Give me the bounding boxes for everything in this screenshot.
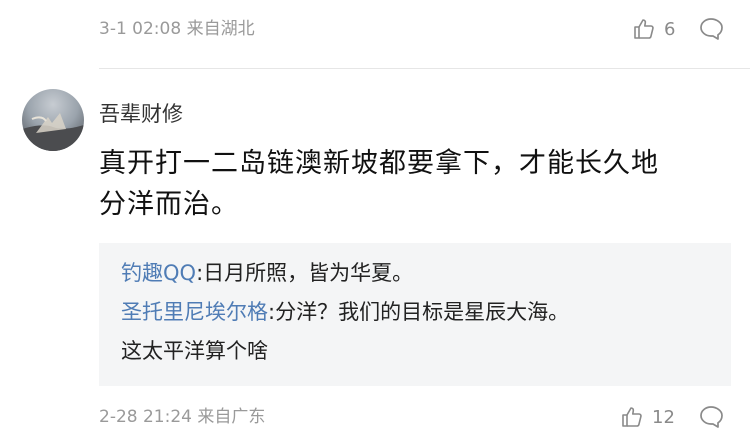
prev-comment-timestamp: 3-1 02:08 来自湖北 [99,19,255,39]
prev-comment-meta: 3-1 02:08 来自湖北 6 [0,9,750,49]
replies-box: 钓趣QQ:日月所照，皆为华夏。 圣托里尼埃尔格:分洋？我们的目标是星辰大海。 这… [99,243,731,386]
reply-username[interactable]: 钓趣QQ [121,261,196,285]
comment-username[interactable]: 吾辈财修 [99,100,183,128]
comment-like-button[interactable]: 12 [620,405,675,429]
reply-username[interactable]: 圣托里尼埃尔格 [121,300,268,324]
thumbs-up-icon [622,407,642,427]
speech-bubble-icon[interactable] [698,404,724,430]
comment-like-count: 12 [652,406,675,428]
thumbs-up-icon [634,19,654,39]
avatar[interactable] [22,89,84,151]
comment-text-line-1: 真开打一二岛链澳新坡都要拿下，才能长久地 [99,148,659,179]
reply-item[interactable]: 圣托里尼埃尔格:分洋？我们的目标是星辰大海。 [121,297,569,327]
reply-item[interactable]: 钓趣QQ:日月所照，皆为华夏。 [121,258,413,288]
prev-comment-like-button[interactable]: 6 [632,17,675,41]
reply-text-continued: 这太平洋算个啥 [121,339,268,363]
reply-text: 日月所照，皆为华夏。 [203,261,414,285]
reply-text: 分洋？我们的目标是星辰大海。 [275,300,570,324]
avatar-image [22,113,84,151]
comment-divider [99,68,750,69]
comment-text: 真开打一二岛链澳新坡都要拿下，才能长久地 分洋而治。 [99,143,724,225]
comment-meta: 2-28 21:24 来自广东 12 [0,397,750,437]
speech-bubble-icon[interactable] [698,16,724,42]
prev-comment-like-count: 6 [664,18,676,40]
comment-timestamp: 2-28 21:24 来自广东 [99,407,266,427]
comment-text-line-2: 分洋而治。 [99,189,239,220]
